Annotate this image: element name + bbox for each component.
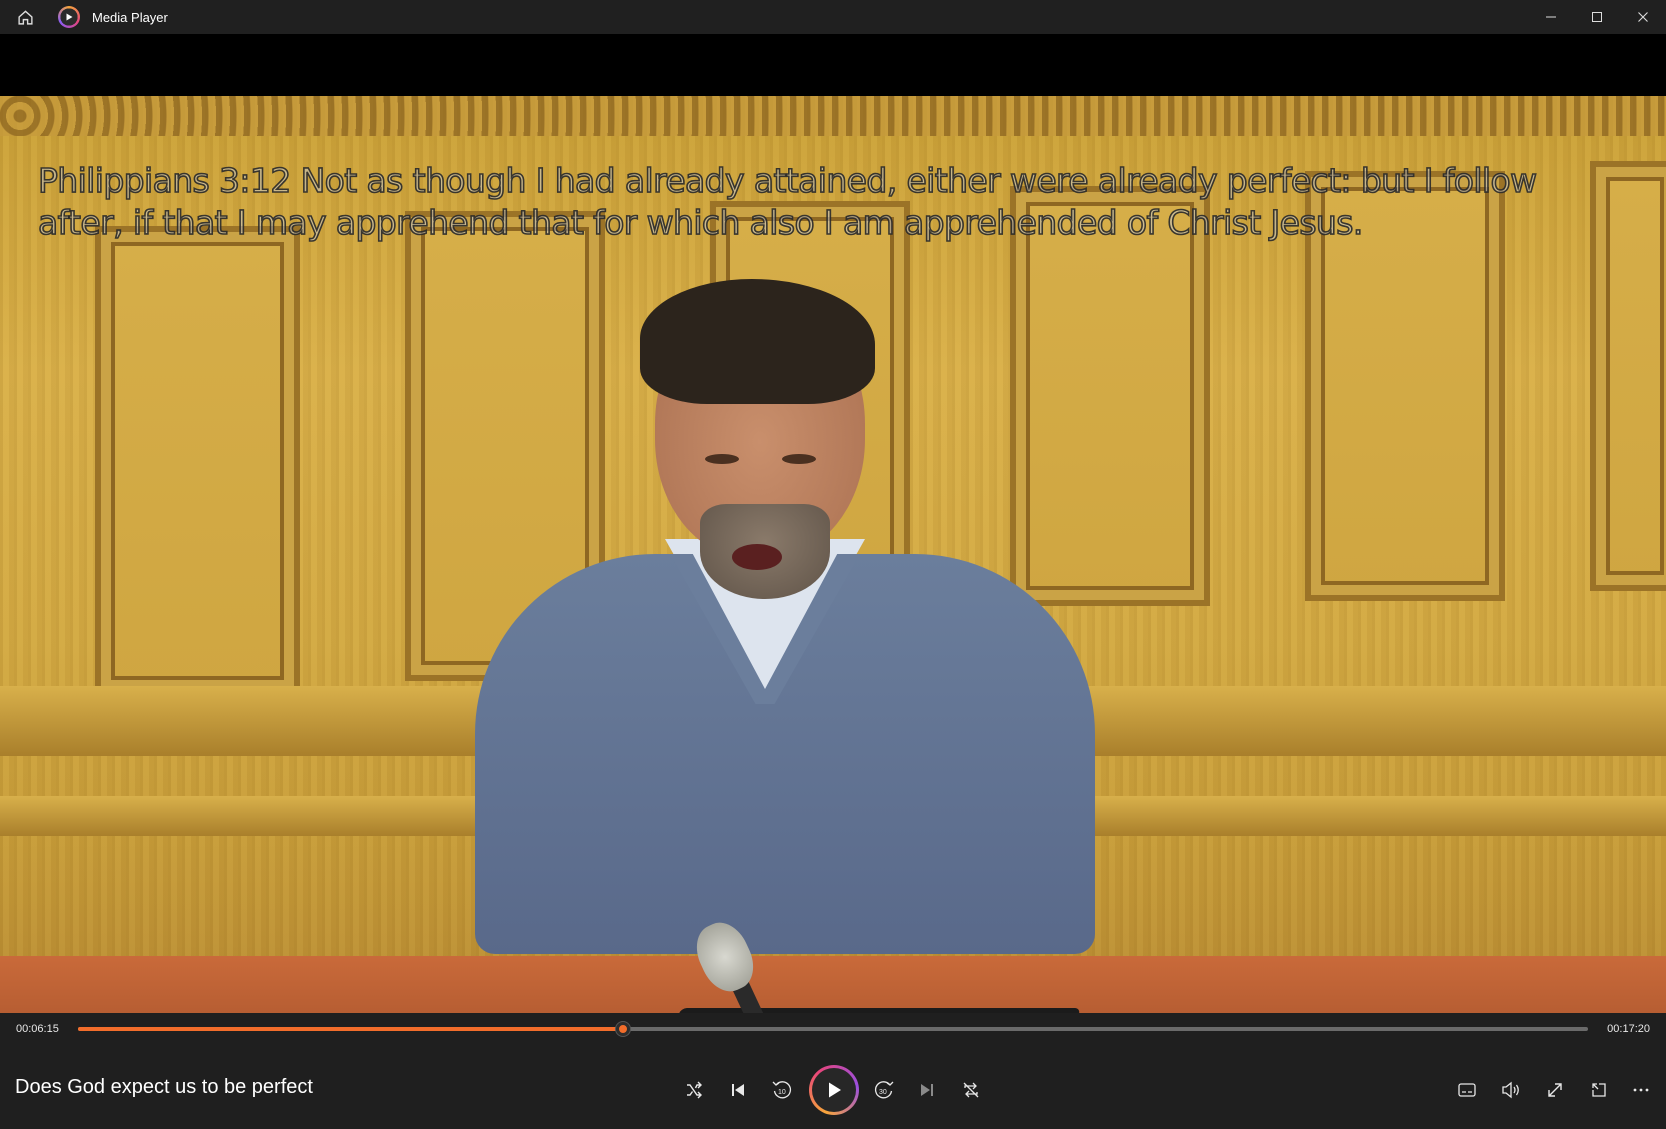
- seek-bar[interactable]: [78, 1022, 1588, 1036]
- home-icon: [17, 9, 33, 25]
- window-title: Media Player: [92, 9, 168, 25]
- volume-button[interactable]: [1491, 1065, 1531, 1115]
- wood-panel: [1010, 186, 1210, 606]
- wood-panel: [95, 226, 300, 696]
- home-button[interactable]: [0, 0, 50, 34]
- close-button[interactable]: [1620, 0, 1666, 34]
- window-controls: [1528, 0, 1666, 34]
- maximize-button[interactable]: [1574, 0, 1620, 34]
- fullscreen-icon: [1548, 1083, 1562, 1097]
- minimize-icon: [1546, 16, 1556, 18]
- title-bar: Media Player: [0, 0, 1666, 34]
- more-icon: [1633, 1088, 1649, 1092]
- minimize-button[interactable]: [1528, 0, 1574, 34]
- desk: [0, 956, 1666, 1013]
- mini-player-button[interactable]: [1579, 1065, 1619, 1115]
- playback-controls: 00:06:15 00:17:20 Does God expect us to …: [0, 1013, 1666, 1129]
- fullscreen-button[interactable]: [1535, 1065, 1575, 1115]
- person-eye: [705, 454, 739, 464]
- app-icon: [58, 6, 80, 28]
- current-time: 00:06:15: [16, 1023, 59, 1035]
- volume-icon: [1502, 1081, 1519, 1099]
- subtitles-button[interactable]: [1447, 1065, 1487, 1115]
- total-time: 00:17:20: [1607, 1023, 1650, 1035]
- person-eye: [782, 454, 816, 464]
- seek-bar-thumb[interactable]: [616, 1022, 631, 1036]
- close-icon: [1638, 12, 1648, 22]
- person-hair: [640, 279, 875, 404]
- video-subtitle: Philippians 3:12 Not as though I had alr…: [37, 160, 1538, 243]
- more-options-button[interactable]: [1621, 1065, 1661, 1115]
- maximize-icon: [1592, 12, 1602, 22]
- subtitles-icon: [1458, 1083, 1476, 1097]
- video-area[interactable]: Philippians 3:12 Not as though I had alr…: [0, 34, 1666, 1013]
- carved-trim: [0, 96, 1666, 136]
- mini-player-icon: [1592, 1083, 1606, 1097]
- secondary-controls: [0, 1065, 1666, 1115]
- seek-bar-progress: [78, 1027, 624, 1031]
- person-mouth: [732, 544, 782, 570]
